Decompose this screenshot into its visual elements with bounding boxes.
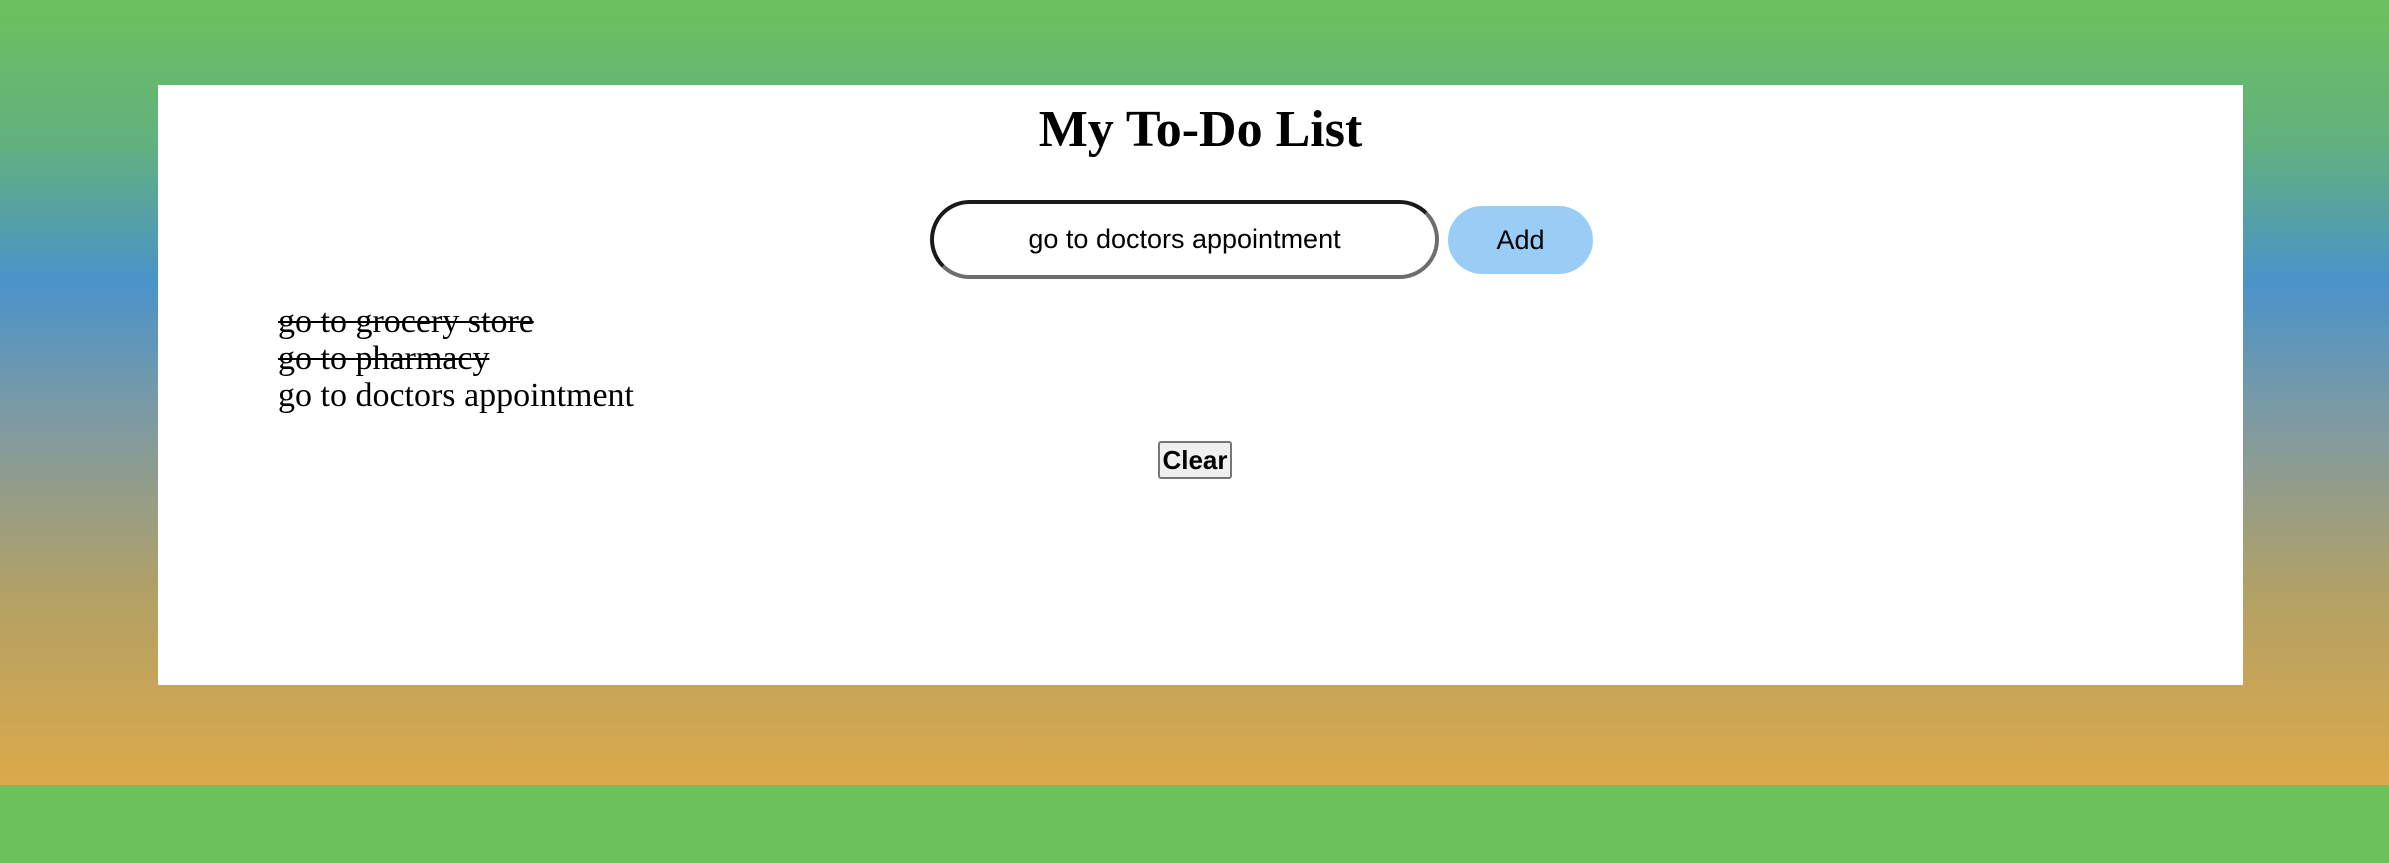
todo-list: go to grocery store go to pharmacy go to… <box>278 303 634 414</box>
clear-button[interactable]: Clear <box>1158 441 1232 479</box>
todo-item[interactable]: go to pharmacy <box>278 340 634 377</box>
todo-card: My To-Do List Add go to grocery store go… <box>158 85 2243 685</box>
task-input[interactable] <box>930 200 1439 279</box>
todo-item[interactable]: go to grocery store <box>278 303 634 340</box>
todo-item[interactable]: go to doctors appointment <box>278 377 634 414</box>
add-button[interactable]: Add <box>1448 206 1593 274</box>
page-title: My To-Do List <box>1038 101 1363 158</box>
